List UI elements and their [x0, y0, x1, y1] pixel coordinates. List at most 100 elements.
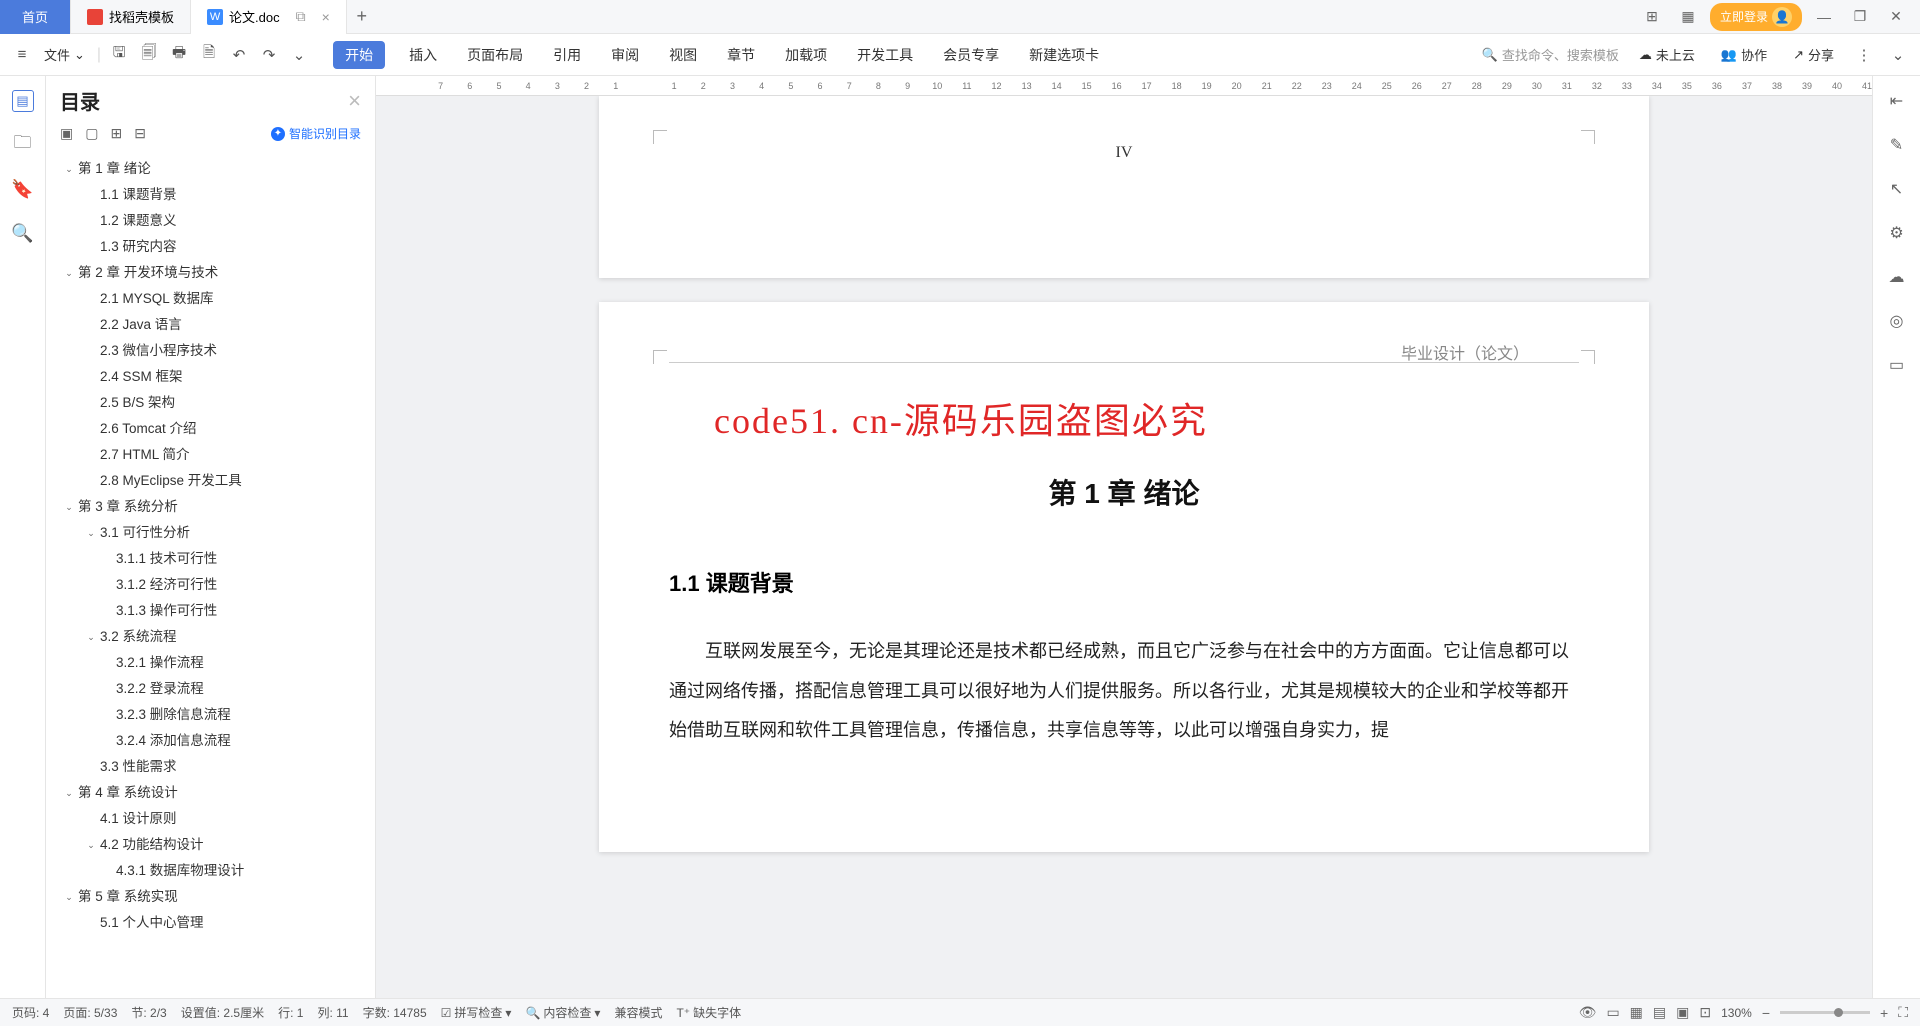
- tab-chapter[interactable]: 章节: [721, 41, 761, 69]
- chevron-down-icon[interactable]: [100, 552, 114, 566]
- outline-close-icon[interactable]: ×: [348, 88, 361, 114]
- chevron-down-icon[interactable]: [100, 682, 114, 696]
- tab-start[interactable]: 开始: [333, 41, 385, 69]
- cloud-status[interactable]: ☁未上云: [1633, 41, 1701, 68]
- outline-item[interactable]: ⌄第 4 章 系统设计: [54, 780, 367, 806]
- bookmark-icon[interactable]: 🔖: [12, 178, 34, 200]
- outline-item[interactable]: 5.1 个人中心管理: [54, 910, 367, 936]
- location-icon[interactable]: ◎: [1886, 310, 1908, 332]
- outline-item[interactable]: 2.4 SSM 框架: [54, 364, 367, 390]
- outline-item[interactable]: 3.3 性能需求: [54, 754, 367, 780]
- outline-item[interactable]: 2.6 Tomcat 介绍: [54, 416, 367, 442]
- chevron-down-icon[interactable]: [100, 604, 114, 618]
- remove-icon[interactable]: ⊟: [134, 125, 146, 142]
- print-icon[interactable]: 🖶: [169, 45, 189, 65]
- chevron-down-icon[interactable]: ⌄: [62, 890, 76, 904]
- zoom-slider[interactable]: [1780, 1011, 1870, 1014]
- outline-icon[interactable]: ▤: [12, 90, 34, 112]
- outline-item[interactable]: ⌄3.1 可行性分析: [54, 520, 367, 546]
- chevron-down-icon[interactable]: [84, 760, 98, 774]
- chevron-down-icon[interactable]: ⌄: [84, 526, 98, 540]
- status-col[interactable]: 列: 11: [317, 1004, 348, 1021]
- status-compat[interactable]: 兼容模式: [614, 1004, 662, 1021]
- tab-member[interactable]: 会员专享: [937, 41, 1005, 69]
- outline-item[interactable]: 2.3 微信小程序技术: [54, 338, 367, 364]
- eye-icon[interactable]: 👁: [1579, 1004, 1597, 1021]
- status-pages[interactable]: 页面: 5/33: [63, 1004, 117, 1021]
- collapse-all-icon[interactable]: ▣: [60, 125, 73, 142]
- chevron-down-icon[interactable]: [84, 292, 98, 306]
- outline-item[interactable]: 4.1 设计原则: [54, 806, 367, 832]
- layout-icon[interactable]: ⊞: [1638, 3, 1666, 31]
- chevron-down-icon[interactable]: ⌄: [84, 630, 98, 644]
- status-row[interactable]: 行: 1: [278, 1004, 303, 1021]
- view-outline-icon[interactable]: ▤: [1653, 1004, 1666, 1021]
- collab-button[interactable]: 👥协作: [1715, 41, 1773, 68]
- search-tool-icon[interactable]: 🔍: [12, 222, 34, 244]
- fullscreen-icon[interactable]: ⛶: [1898, 1004, 1908, 1021]
- outline-item[interactable]: ⌄4.2 功能结构设计: [54, 832, 367, 858]
- chevron-down-icon[interactable]: [84, 422, 98, 436]
- chevron-down-icon[interactable]: [84, 396, 98, 410]
- book-icon[interactable]: ▭: [1886, 354, 1908, 376]
- status-section[interactable]: 节: 2/3: [131, 1004, 166, 1021]
- view-web-icon[interactable]: ▦: [1630, 1004, 1643, 1021]
- outline-item[interactable]: 2.7 HTML 简介: [54, 442, 367, 468]
- add-icon[interactable]: ⊞: [110, 125, 122, 142]
- chevron-down-icon[interactable]: [100, 578, 114, 592]
- folder-icon[interactable]: 🗀: [12, 134, 34, 156]
- dropdown-icon[interactable]: ⌄: [289, 45, 309, 65]
- status-content[interactable]: 🔍 内容检查 ▾: [525, 1004, 600, 1021]
- chevron-down-icon[interactable]: [84, 916, 98, 930]
- status-missing[interactable]: T⁺ 缺失字体: [676, 1004, 741, 1021]
- zoom-in-icon[interactable]: +: [1880, 1005, 1888, 1021]
- chevron-down-icon[interactable]: [100, 864, 114, 878]
- zoom-knob[interactable]: [1834, 1008, 1843, 1017]
- tab-document[interactable]: W 论文.doc ⧉ ×: [191, 0, 347, 34]
- pen-icon[interactable]: ✎: [1886, 134, 1908, 156]
- cursor-icon[interactable]: ↖: [1886, 178, 1908, 200]
- grid-icon[interactable]: ▦: [1674, 3, 1702, 31]
- status-spell[interactable]: ☑ 拼写检查 ▾: [441, 1004, 512, 1021]
- outline-item[interactable]: 3.1.3 操作可行性: [54, 598, 367, 624]
- close-button[interactable]: ✕: [1882, 3, 1910, 31]
- tab-insert[interactable]: 插入: [403, 41, 443, 69]
- preview-icon[interactable]: 🗎: [199, 45, 219, 65]
- outline-item[interactable]: 2.2 Java 语言: [54, 312, 367, 338]
- chevron-down-icon[interactable]: [100, 656, 114, 670]
- outline-item[interactable]: 1.2 课题意义: [54, 208, 367, 234]
- chevron-down-icon[interactable]: ⌄: [84, 838, 98, 852]
- zoom-value[interactable]: 130%: [1721, 1006, 1752, 1020]
- outline-item[interactable]: ⌄第 3 章 系统分析: [54, 494, 367, 520]
- view-read-icon[interactable]: ▣: [1676, 1004, 1689, 1021]
- chevron-down-icon[interactable]: [84, 344, 98, 358]
- outline-item[interactable]: 4.3.1 数据库物理设计: [54, 858, 367, 884]
- chevron-down-icon[interactable]: [84, 214, 98, 228]
- outline-item[interactable]: ⌄3.2 系统流程: [54, 624, 367, 650]
- status-setval[interactable]: 设置值: 2.5厘米: [181, 1004, 264, 1021]
- comment-icon[interactable]: ☁: [1886, 266, 1908, 288]
- outline-item[interactable]: 1.1 课题背景: [54, 182, 367, 208]
- outline-item[interactable]: 3.1.2 经济可行性: [54, 572, 367, 598]
- collapse-icon[interactable]: ⌄: [1888, 45, 1908, 65]
- share-button[interactable]: ↗分享: [1787, 41, 1840, 68]
- maximize-button[interactable]: ❐: [1846, 3, 1874, 31]
- view-page-icon[interactable]: ▭: [1606, 1004, 1619, 1021]
- chevron-down-icon[interactable]: ⌄: [62, 266, 76, 280]
- saveas-icon[interactable]: 🗐: [139, 45, 159, 65]
- expand-all-icon[interactable]: ▢: [85, 125, 98, 142]
- outline-item[interactable]: 2.5 B/S 架构: [54, 390, 367, 416]
- outline-item[interactable]: 3.2.2 登录流程: [54, 676, 367, 702]
- zoom-out-icon[interactable]: −: [1762, 1005, 1770, 1021]
- chevron-down-icon[interactable]: [84, 370, 98, 384]
- zoom-fit-icon[interactable]: ⊡: [1699, 1004, 1711, 1021]
- tab-layout[interactable]: 页面布局: [461, 41, 529, 69]
- tab-template[interactable]: 找稻壳模板: [71, 0, 191, 34]
- chevron-down-icon[interactable]: [84, 812, 98, 826]
- status-pagecode[interactable]: 页码: 4: [12, 1004, 49, 1021]
- new-tab-button[interactable]: +: [347, 6, 377, 27]
- undo-icon[interactable]: ↶: [229, 45, 249, 65]
- save-icon[interactable]: 🖫: [109, 45, 129, 65]
- chevron-down-icon[interactable]: [84, 188, 98, 202]
- settings-icon[interactable]: ⚙: [1886, 222, 1908, 244]
